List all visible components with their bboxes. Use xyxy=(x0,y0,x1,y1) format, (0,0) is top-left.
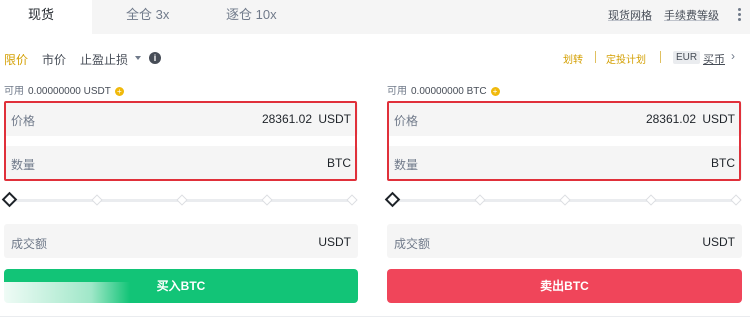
recurring-plan-link[interactable]: 定投计划 xyxy=(606,51,646,66)
available-label: 可用 xyxy=(387,86,407,97)
blurred-overlay xyxy=(0,282,130,308)
chevron-right-icon[interactable]: › xyxy=(731,49,735,63)
total-label: 成交额 xyxy=(11,237,48,251)
tab-spot[interactable]: 现货 xyxy=(0,0,92,34)
transfer-link[interactable]: 划转 xyxy=(563,51,583,66)
total-unit: USDT xyxy=(702,235,735,249)
sell-amount-slider[interactable] xyxy=(384,191,742,208)
sell-inputs-highlight-box xyxy=(387,101,741,181)
buy-available-balance: 可用 0.00000000 USDT + xyxy=(4,82,124,97)
chevron-down-icon[interactable] xyxy=(135,56,141,60)
divider xyxy=(595,51,596,63)
spot-grid-link[interactable]: 现货网格 xyxy=(608,7,652,23)
available-value: 0.00000000 USDT xyxy=(28,86,111,97)
slider-node-100[interactable] xyxy=(730,194,742,206)
buy-total-input[interactable]: 成交额 USDT xyxy=(4,224,358,258)
available-value: 0.00000000 BTC xyxy=(411,86,487,97)
currency-badge: EUR xyxy=(673,51,701,64)
sell-btc-button[interactable]: 卖出BTC xyxy=(387,269,742,303)
tab-cross-margin[interactable]: 全仓 3x xyxy=(126,0,169,34)
slider-node-50[interactable] xyxy=(559,194,571,206)
slider-node-25[interactable] xyxy=(91,194,103,206)
slider-node-75[interactable] xyxy=(261,194,273,206)
fee-level-link[interactable]: 手续费等级 xyxy=(664,7,719,23)
slider-node-25[interactable] xyxy=(474,194,486,206)
trade-mode-tabbar: 现货 全仓 3x 逐仓 10x 现货网格 手续费等级 xyxy=(0,0,750,34)
slider-handle[interactable] xyxy=(384,191,401,208)
tab-isolated-margin[interactable]: 逐仓 10x xyxy=(226,0,277,34)
available-label: 可用 xyxy=(4,86,24,97)
more-vertical-icon[interactable] xyxy=(734,6,744,24)
sell-total-input[interactable]: 成交额 USDT xyxy=(387,224,742,258)
buy-inputs-highlight-box xyxy=(4,101,357,181)
buy-amount-slider[interactable] xyxy=(1,191,358,208)
order-type-stop-limit[interactable]: 止盈止损 xyxy=(80,51,128,68)
slider-node-100[interactable] xyxy=(346,194,358,206)
total-unit: USDT xyxy=(318,235,351,249)
deposit-plus-icon[interactable]: + xyxy=(490,87,500,96)
info-icon[interactable]: i xyxy=(149,52,161,64)
buy-coin-link[interactable]: 买币 xyxy=(703,51,725,67)
slider-handle[interactable] xyxy=(1,191,18,208)
divider xyxy=(0,316,750,317)
divider xyxy=(660,51,661,63)
deposit-plus-icon[interactable]: + xyxy=(114,87,124,96)
sell-available-balance: 可用 0.00000000 BTC + xyxy=(387,82,500,97)
slider-node-75[interactable] xyxy=(645,194,657,206)
slider-node-50[interactable] xyxy=(176,194,188,206)
total-label: 成交额 xyxy=(394,237,431,251)
order-type-market[interactable]: 市价 xyxy=(42,51,66,68)
order-type-limit[interactable]: 限价 xyxy=(4,51,28,68)
